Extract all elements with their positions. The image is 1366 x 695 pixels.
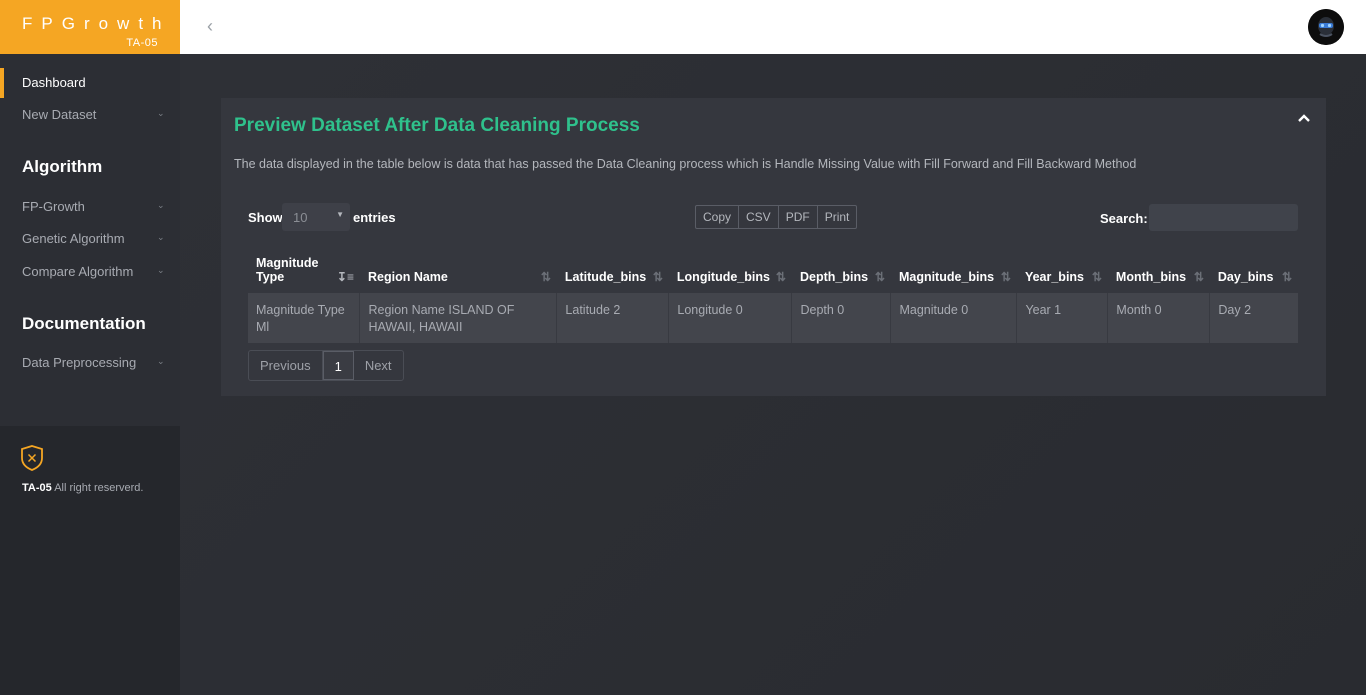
export-buttons: Copy CSV PDF Print [695,205,858,229]
copy-button[interactable]: Copy [696,206,740,228]
column-header-label: Region Name [367,270,448,284]
table-cell: Day 2 [1209,293,1298,343]
search-input[interactable] [1149,204,1298,231]
card-description: The data displayed in the table below is… [234,157,1137,171]
sidebar-item-fp-growth[interactable]: FP-Growth ⌄ [0,192,180,222]
show-label: Show [248,210,283,225]
csv-button[interactable]: CSV [739,206,779,228]
table-cell: Longitude 0 [668,293,792,343]
chevron-up-icon[interactable] [1297,110,1313,124]
footer-copyright: TA-05 All right reserverd. [22,482,143,494]
sidebar-item-data-preprocessing[interactable]: Data Preprocessing ⌄ [0,348,180,378]
column-header-magnitude-type[interactable]: Magnitude Type ↧≡ [248,251,360,293]
column-header-depth-bins[interactable]: Depth_bins ⇅ [792,251,891,293]
table-cell: Month 0 [1107,293,1210,343]
table-cell: Magnitude 0 [890,293,1017,343]
column-header-month-bins[interactable]: Month_bins ⇅ [1108,251,1210,293]
entries-select-value: 10 [293,210,308,225]
column-header-region-name[interactable]: Region Name ⇅ [360,251,557,293]
sidebar-item-label: Compare Algorithm [22,264,134,279]
caret-down-icon: ▼ [336,210,344,219]
sidebar-item-new-dataset[interactable]: New Dataset ⌄ [0,100,180,130]
sidebar: Dashboard New Dataset ⌄ Algorithm FP-Gro… [0,54,180,695]
sidebar-item-label: Data Preprocessing [22,355,137,370]
brand-subtitle: TA-05 [126,37,158,49]
sidebar-item-genetic-algorithm[interactable]: Genetic Algorithm ⌄ [0,224,180,254]
sort-icon: ⇅ [652,270,663,284]
column-header-year-bins[interactable]: Year_bins ⇅ [1017,251,1108,293]
main-content: Preview Dataset After Data Cleaning Proc… [180,54,1366,695]
data-table: Magnitude Type ↧≡ Region Name ⇅ Latitude_b… [248,251,1298,343]
sidebar-item-label: FP-Growth [22,199,85,214]
sort-icon: ⇅ [874,270,885,284]
pagination: Previous 1 Next [248,350,404,381]
column-header-day-bins[interactable]: Day_bins ⇅ [1210,251,1298,293]
top-bar: FPGrowth TA-05 ‹ [0,0,1366,54]
brand-title: FPGrowth [22,14,171,33]
chevron-down-icon: ⌄ [157,200,165,210]
sort-icon: ⇅ [1193,270,1204,284]
column-header-label: Magnitude_bins [898,270,995,284]
user-avatar-icon[interactable] [1308,9,1344,45]
sidebar-item-label: New Dataset [22,107,97,122]
page-1-button[interactable]: 1 [322,351,354,380]
column-header-label: Longitude_bins [676,270,770,284]
pdf-button[interactable]: PDF [779,206,818,228]
sort-icon: ⇅ [1091,270,1102,284]
next-page-button[interactable]: Next [354,351,403,380]
brand-logo[interactable]: FPGrowth TA-05 [0,0,180,54]
preview-card: Preview Dataset After Data Cleaning Proc… [221,98,1326,396]
shield-icon [21,445,43,471]
column-header-latitude-bins[interactable]: Latitude_bins ⇅ [557,251,669,293]
table-cell: Region Name ISLAND OF HAWAII, HAWAII [359,293,557,343]
sidebar-item-label: Dashboard [22,75,86,90]
search-label: Search: [1100,211,1148,226]
table-row: Magnitude Type Ml Region Name ISLAND OF … [248,293,1298,343]
chevron-down-icon: ⌄ [157,108,165,118]
footer-text: All right reserverd. [54,482,144,494]
table-cell: Latitude 2 [556,293,669,343]
chevron-down-icon: ⌄ [157,356,165,366]
table-cell: Year 1 [1016,293,1108,343]
column-header-label: Day_bins [1217,270,1274,284]
sidebar-footer: TA-05 All right reserverd. [0,426,180,695]
sort-ascending-icon: ↧≡ [336,270,354,284]
sidebar-item-compare-algorithm[interactable]: Compare Algorithm ⌄ [0,257,180,287]
sort-icon: ⇅ [1000,270,1011,284]
sort-icon: ⇅ [1281,270,1292,284]
entries-select[interactable]: 10 ▼ [282,203,350,231]
print-button[interactable]: Print [818,206,857,228]
column-header-label: Depth_bins [799,270,869,284]
previous-page-button[interactable]: Previous [249,351,323,380]
column-header-longitude-bins[interactable]: Longitude_bins ⇅ [669,251,792,293]
sidebar-item-dashboard[interactable]: Dashboard [0,68,180,98]
footer-brand: TA-05 [22,482,52,494]
sidebar-heading-documentation: Documentation [22,314,146,333]
chevron-down-icon: ⌄ [157,265,165,275]
column-header-label: Magnitude Type [256,256,319,284]
column-header-magnitude-bins[interactable]: Magnitude_bins ⇅ [891,251,1017,293]
sidebar-heading-algorithm: Algorithm [22,157,103,176]
column-header-label: Month_bins [1115,270,1187,284]
table-cell: Magnitude Type Ml [248,293,360,343]
sidebar-item-label: Genetic Algorithm [22,231,125,246]
sort-icon: ⇅ [775,270,786,284]
column-header-label: Year_bins [1024,270,1085,284]
table-cell: Depth 0 [791,293,891,343]
card-title: Preview Dataset After Data Cleaning Proc… [234,115,640,136]
table-header-row: Magnitude Type ↧≡ Region Name ⇅ Latitude_b… [248,251,1298,293]
chevron-left-icon[interactable]: ‹ [207,14,227,38]
column-header-label: Latitude_bins [564,270,647,284]
entries-label: entries [353,210,396,225]
sort-icon: ⇅ [540,270,551,284]
chevron-down-icon: ⌄ [157,232,165,242]
